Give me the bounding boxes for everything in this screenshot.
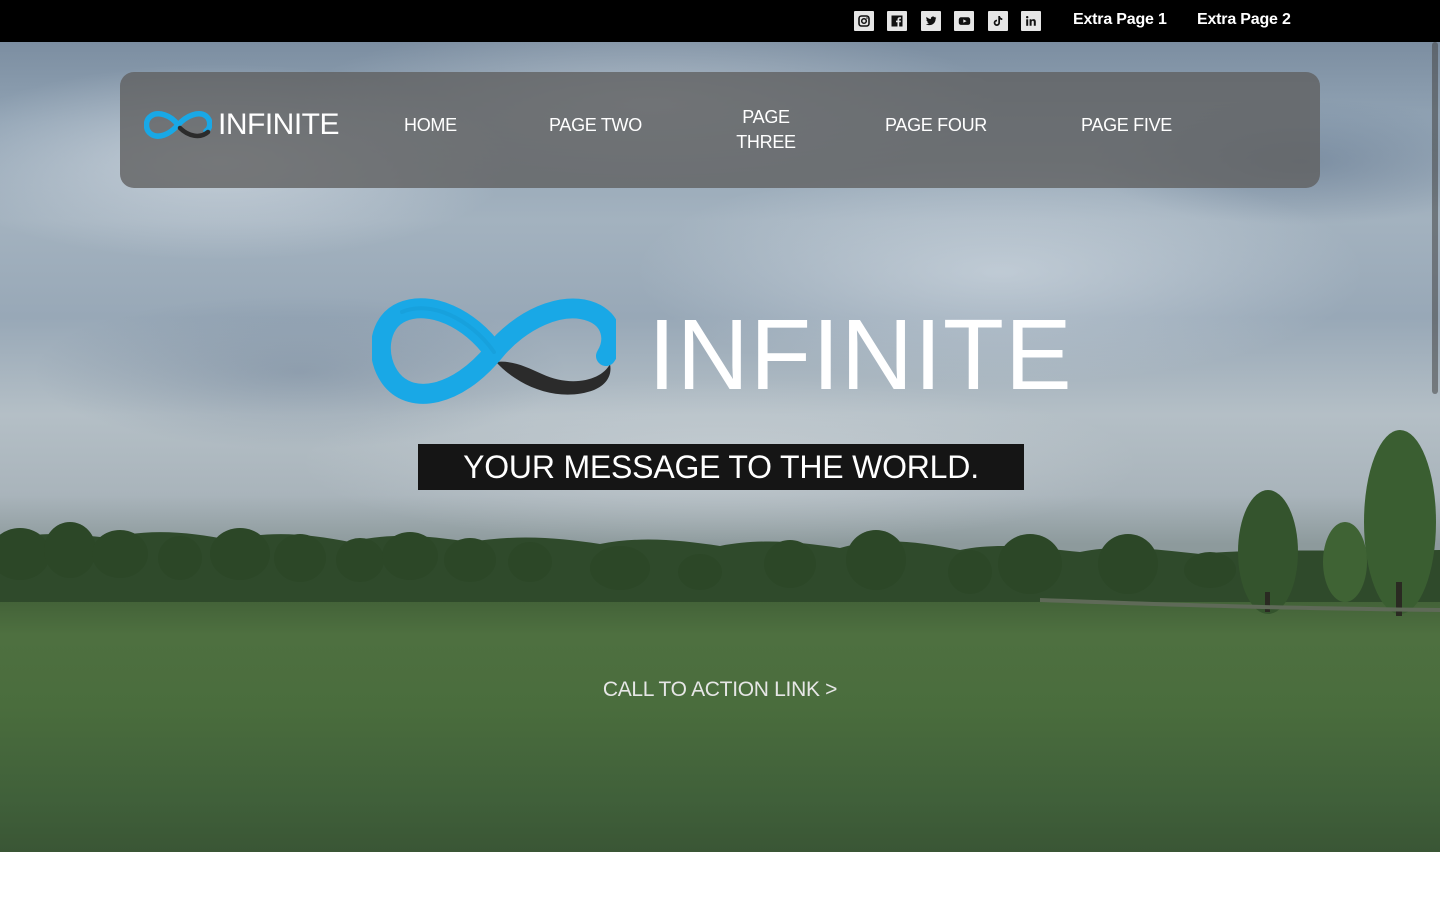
- page-scrollbar[interactable]: [1430, 42, 1440, 852]
- main-navigation: INFINITE HOME PAGE TWO PAGE THREE PAGE F…: [120, 72, 1320, 188]
- infinity-logo-icon: [372, 298, 616, 404]
- hero-tagline-text: YOUR MESSAGE TO THE WORLD.: [463, 448, 979, 485]
- hero-logo: INFINITE: [372, 290, 1073, 414]
- facebook-icon[interactable]: [887, 11, 907, 31]
- nav-item-home[interactable]: HOME: [404, 113, 457, 138]
- twitter-icon[interactable]: [921, 11, 941, 31]
- extra-page-1-link[interactable]: Extra Page 1: [1073, 11, 1167, 29]
- extra-page-2-link[interactable]: Extra Page 2: [1197, 11, 1291, 29]
- scrollbar-thumb[interactable]: [1432, 42, 1438, 394]
- nav-item-page-two[interactable]: PAGE TWO: [549, 113, 642, 138]
- nav-logo[interactable]: INFINITE: [144, 108, 340, 142]
- linkedin-icon[interactable]: [1021, 11, 1041, 31]
- call-to-action: CALL TO ACTION LINK >: [0, 678, 1440, 702]
- nav-item-page-five[interactable]: PAGE FIVE: [1081, 113, 1172, 138]
- hero-tagline: YOUR MESSAGE TO THE WORLD.: [418, 444, 1024, 490]
- hero-logo-text: INFINITE: [648, 299, 1073, 411]
- infinity-logo-icon: [144, 111, 212, 139]
- call-to-action-link[interactable]: CALL TO ACTION LINK >: [603, 678, 838, 701]
- tiktok-icon[interactable]: [988, 11, 1008, 31]
- youtube-icon[interactable]: [954, 11, 974, 31]
- nav-item-page-four[interactable]: PAGE FOUR: [885, 113, 987, 138]
- instagram-icon[interactable]: [854, 11, 874, 31]
- nav-item-page-three[interactable]: PAGE THREE: [721, 105, 811, 155]
- top-utility-bar: Extra Page 1 Extra Page 2: [0, 0, 1440, 42]
- nav-logo-text: INFINITE: [218, 108, 340, 141]
